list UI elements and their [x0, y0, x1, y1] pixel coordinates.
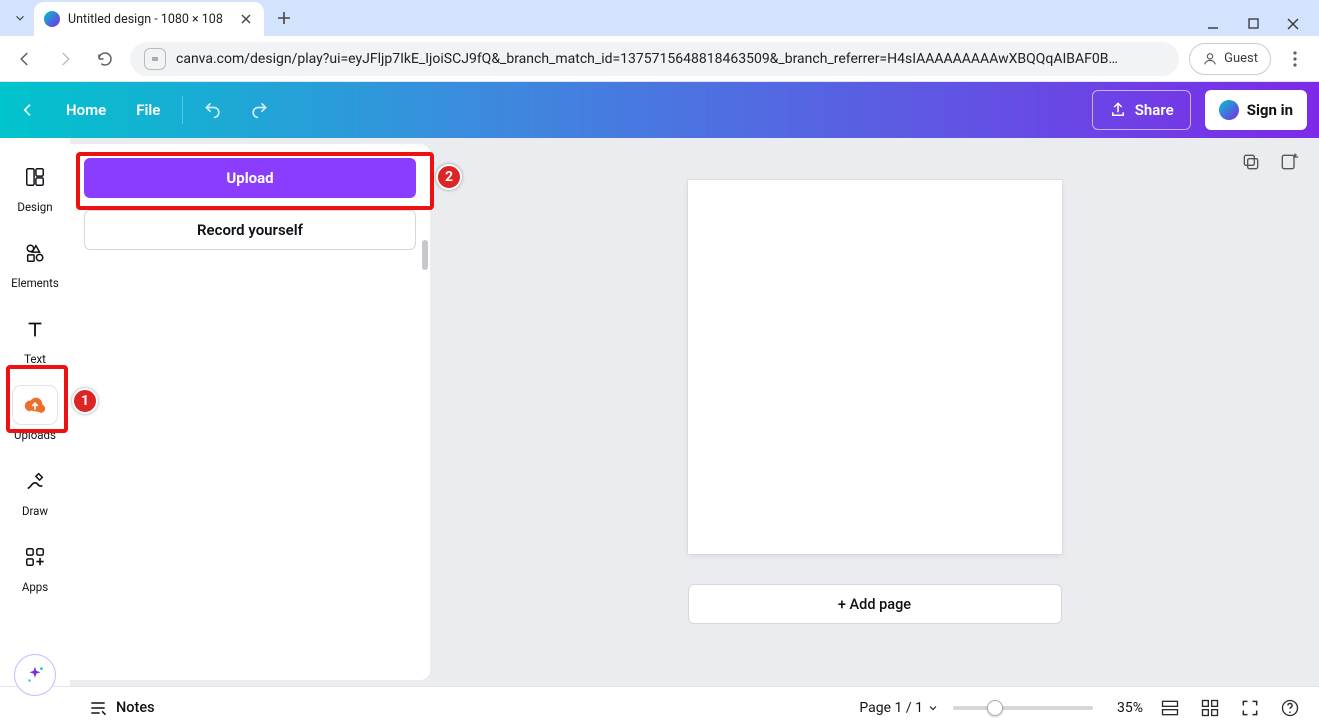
list-view-icon: [1160, 698, 1180, 718]
duplicate-page-button[interactable]: [1239, 150, 1263, 174]
window-minimize[interactable]: [1205, 18, 1221, 30]
cloud-upload-icon: [22, 392, 48, 418]
header-divider: [182, 96, 183, 124]
apps-icon: [22, 544, 48, 570]
canva-favicon: [44, 11, 60, 27]
fullscreen-icon: [1240, 698, 1260, 718]
rail-apps[interactable]: Apps: [4, 532, 66, 600]
shapes-icon: [22, 240, 48, 266]
upload-button[interactable]: Upload: [84, 158, 416, 198]
nav-reload[interactable]: [90, 44, 120, 74]
browser-toolbar: canva.com/design/play?ui=eyJFljp7IkE_Ijo…: [0, 36, 1319, 82]
uploads-panel: Upload Record yourself: [70, 144, 430, 680]
page-indicator[interactable]: Page 1 / 1: [859, 700, 939, 716]
rail-text[interactable]: Text: [4, 304, 66, 372]
close-icon: [241, 14, 251, 24]
text-icon: [22, 316, 48, 342]
signin-button[interactable]: Sign in: [1205, 90, 1307, 130]
chevron-down-icon: [927, 702, 939, 714]
arrow-left-icon: [16, 50, 34, 68]
magic-assist-button[interactable]: [14, 654, 56, 696]
grid-view-icon: [1200, 698, 1220, 718]
add-page-icon-button[interactable]: [1277, 150, 1301, 174]
rail-draw[interactable]: Draw: [4, 456, 66, 524]
app-header: Home File Share Sign in: [0, 82, 1319, 138]
undo-icon: [203, 100, 223, 120]
side-rail: Design Elements Text Uploads Draw Apps: [0, 138, 70, 686]
callout-number-1: 1: [72, 388, 98, 414]
sparkle-icon: [24, 664, 46, 686]
rail-design[interactable]: Design: [4, 152, 66, 220]
nav-back[interactable]: [10, 44, 40, 74]
rail-elements[interactable]: Elements: [4, 228, 66, 296]
help-icon: [1280, 698, 1300, 718]
callout-number-2: 2: [436, 164, 462, 190]
url-text: canva.com/design/play?ui=eyJFljp7IkE_Ijo…: [176, 51, 1165, 67]
tab-search-dropdown[interactable]: [6, 4, 34, 32]
browser-tabstrip: Untitled design - 1080 × 108: [0, 0, 1319, 36]
plus-icon: [277, 11, 291, 25]
share-button[interactable]: Share: [1092, 90, 1191, 130]
zoom-thumb[interactable]: [987, 700, 1003, 716]
editor-footer: Notes Page 1 / 1 35%: [0, 686, 1319, 728]
file-menu[interactable]: File: [128, 95, 168, 125]
undo-button[interactable]: [197, 94, 229, 126]
add-page-icon: [1279, 152, 1299, 172]
tab-close-button[interactable]: [238, 11, 254, 27]
zoom-percent[interactable]: 35%: [1107, 700, 1143, 716]
draw-icon: [22, 468, 48, 494]
notes-icon: [88, 698, 108, 718]
address-bar[interactable]: canva.com/design/play?ui=eyJFljp7IkE_Ijo…: [130, 42, 1179, 76]
user-icon: [1202, 51, 1218, 67]
new-tab-button[interactable]: [270, 4, 298, 32]
arrow-right-icon: [56, 50, 74, 68]
add-page-button[interactable]: + Add page: [688, 584, 1062, 624]
work-area: Design Elements Text Uploads Draw Apps U…: [0, 138, 1319, 686]
panel-scrollbar[interactable]: [422, 240, 428, 270]
tab-title: Untitled design - 1080 × 108: [68, 12, 230, 27]
reload-icon: [96, 50, 114, 68]
chevron-down-icon: [13, 11, 27, 25]
nav-forward[interactable]: [50, 44, 80, 74]
window-maximize[interactable]: [1245, 18, 1261, 30]
zoom-slider[interactable]: [953, 706, 1093, 710]
view-grid-button[interactable]: [1197, 695, 1223, 721]
help-button[interactable]: [1277, 695, 1303, 721]
window-close[interactable]: [1285, 18, 1301, 30]
redo-button[interactable]: [243, 94, 275, 126]
chevron-left-icon: [20, 102, 36, 118]
design-page[interactable]: [688, 180, 1062, 554]
template-icon: [22, 164, 48, 190]
share-icon: [1109, 101, 1127, 119]
kebab-icon: [1293, 51, 1297, 67]
profile-label: Guest: [1224, 51, 1258, 66]
profile-chip[interactable]: Guest: [1189, 43, 1271, 75]
page-tools: [1239, 150, 1301, 174]
canva-logo-icon: [1219, 100, 1239, 120]
view-list-button[interactable]: [1157, 695, 1183, 721]
notes-button[interactable]: Notes: [88, 698, 155, 718]
browser-tab[interactable]: Untitled design - 1080 × 108: [34, 2, 264, 36]
record-yourself-button[interactable]: Record yourself: [84, 210, 416, 250]
redo-icon: [249, 100, 269, 120]
rail-uploads[interactable]: Uploads: [4, 380, 66, 448]
fullscreen-button[interactable]: [1237, 695, 1263, 721]
home-link[interactable]: Home: [58, 95, 114, 125]
nav-back-home[interactable]: [12, 96, 44, 124]
canvas-area: + Add page: [430, 138, 1319, 686]
site-info-icon[interactable]: [144, 48, 166, 70]
browser-menu[interactable]: [1281, 45, 1309, 73]
window-controls: [1205, 18, 1319, 36]
duplicate-icon: [1241, 152, 1261, 172]
zoom-track[interactable]: [953, 706, 1093, 710]
